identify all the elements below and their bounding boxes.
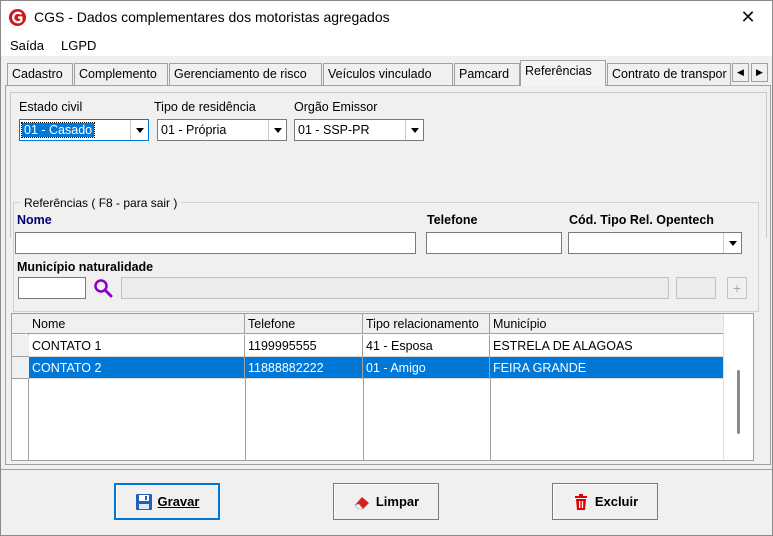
grid-header: Nome Telefone Tipo relacionamento Municí… xyxy=(12,314,723,334)
column-divider xyxy=(363,379,364,460)
chevron-down-icon xyxy=(268,120,286,140)
limpar-label: Limpar xyxy=(375,494,420,509)
orgao-emissor-select[interactable]: 01 - SSP-PR xyxy=(294,119,424,141)
tab-strip: Cadastro Complemento Gerenciamento de ri… xyxy=(5,60,771,86)
cell-telefone: 1199995555 xyxy=(245,335,363,357)
municipio-extra-input xyxy=(676,277,716,299)
referencias-panel: Estado civil 01 - Casado Tipo de residên… xyxy=(5,85,771,465)
column-header-telefone[interactable]: Telefone xyxy=(245,314,363,334)
telefone-input[interactable] xyxy=(426,232,562,254)
municipio-label: Município naturalidade xyxy=(17,260,154,274)
cgs-logo-icon xyxy=(8,8,27,27)
window-title: CGS - Dados complementares dos motorista… xyxy=(34,9,390,25)
cell-municipio: ESTRELA DE ALAGOAS xyxy=(493,339,633,353)
trash-icon xyxy=(574,493,587,510)
cell-nome: CONTATO 2 xyxy=(29,357,245,379)
referencias-caption: Referências ( F8 - para sair ) xyxy=(20,196,182,210)
close-button[interactable]: ✕ xyxy=(728,1,768,33)
menu-item-saida[interactable]: Saída xyxy=(10,38,44,53)
column-header-nome[interactable]: Nome xyxy=(29,314,245,334)
tab-veiculos-vinculado[interactable]: Veículos vinculado xyxy=(323,63,453,85)
estado-civil-label: Estado civil xyxy=(19,100,83,114)
arrow-right-icon: ▶ xyxy=(756,67,763,77)
telefone-label: Telefone xyxy=(427,213,478,227)
menu-item-lgpd[interactable]: LGPD xyxy=(61,38,96,53)
tipo-residencia-label: Tipo de residência xyxy=(154,100,256,114)
close-icon: ✕ xyxy=(740,6,756,27)
cell-municipio: FEIRA GRANDE xyxy=(493,361,587,375)
tab-referencias[interactable]: Referências xyxy=(520,60,606,86)
cell-nome: CONTATO 1 xyxy=(29,335,245,357)
tipo-residencia-select[interactable]: 01 - Própria xyxy=(157,119,287,141)
tab-cadastro[interactable]: Cadastro xyxy=(7,63,73,85)
nome-input[interactable] xyxy=(15,232,416,254)
tab-pamcard[interactable]: Pamcard xyxy=(454,63,520,85)
plus-icon: + xyxy=(732,280,742,296)
tab-contrato-transporte[interactable]: Contrato de transpor xyxy=(607,63,731,85)
save-icon xyxy=(135,493,152,510)
chevron-down-icon xyxy=(405,120,423,140)
cell-tipo: 41 - Esposa xyxy=(363,335,490,357)
orgao-emissor-label: Orgão Emissor xyxy=(294,100,378,114)
menu-bar: Saída LGPD xyxy=(1,34,772,56)
eraser-icon xyxy=(354,496,369,509)
nome-label: Nome xyxy=(17,213,52,227)
title-bar: CGS - Dados complementares dos motorista… xyxy=(1,1,772,34)
cell-telefone: 11888882222 xyxy=(245,357,363,379)
tab-complemento[interactable]: Complemento xyxy=(74,63,168,85)
chevron-down-icon xyxy=(723,233,741,253)
limpar-button[interactable]: Limpar xyxy=(333,483,439,520)
row-indicator xyxy=(12,357,29,379)
cod-tipo-select[interactable] xyxy=(568,232,742,254)
column-divider xyxy=(490,379,491,460)
scrollbar-thumb[interactable] xyxy=(737,370,740,434)
excluir-button[interactable]: Excluir xyxy=(552,483,658,520)
table-row[interactable]: CONTATO 1 1199995555 41 - Esposa ESTRELA… xyxy=(29,335,723,357)
add-button[interactable]: + xyxy=(727,277,747,299)
main-window: CGS - Dados complementares dos motorista… xyxy=(0,0,773,536)
tipo-residencia-value: 01 - Própria xyxy=(161,123,227,137)
column-divider xyxy=(245,379,246,460)
orgao-emissor-value: 01 - SSP-PR xyxy=(298,123,370,137)
gravar-label: Gravar xyxy=(157,494,200,509)
cell-tipo: 01 - Amigo xyxy=(363,357,490,379)
chevron-down-icon xyxy=(130,120,148,140)
row-indicator xyxy=(12,335,29,357)
excluir-label: Excluir xyxy=(594,494,639,509)
table-row-selected[interactable]: CONTATO 2 11888882222 01 - Amigo FEIRA G… xyxy=(29,357,723,379)
search-icon[interactable] xyxy=(93,278,113,298)
tab-scroll-left-button[interactable]: ◀ xyxy=(732,63,749,82)
tab-gerenciamento-risco[interactable]: Gerenciamento de risco xyxy=(169,63,322,85)
tab-scroll-right-button[interactable]: ▶ xyxy=(751,63,768,82)
cod-tipo-label: Cód. Tipo Rel. Opentech xyxy=(569,213,714,227)
estado-civil-select[interactable]: 01 - Casado xyxy=(19,119,149,141)
column-header-tipo[interactable]: Tipo relacionamento xyxy=(363,314,490,334)
gravar-button[interactable]: Gravar xyxy=(114,483,220,520)
municipio-nome-input xyxy=(121,277,669,299)
estado-civil-value: 01 - Casado xyxy=(20,122,96,138)
municipio-codigo-input[interactable] xyxy=(18,277,86,299)
referencias-grid[interactable]: Nome Telefone Tipo relacionamento Municí… xyxy=(11,313,754,461)
arrow-left-icon: ◀ xyxy=(737,67,744,77)
footer-divider xyxy=(1,469,772,470)
column-header-municipio[interactable]: Município xyxy=(490,314,723,334)
grid-vertical-scrollbar[interactable] xyxy=(723,314,753,460)
